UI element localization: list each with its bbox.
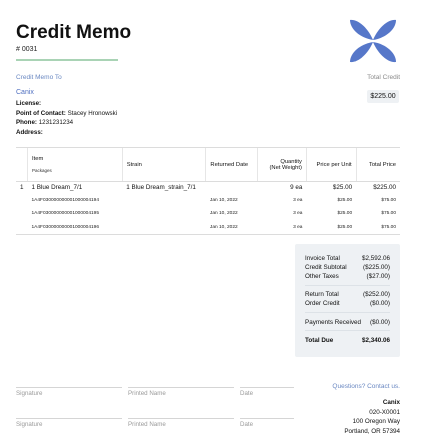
company-id: 020-X0001 [369, 408, 400, 416]
signature-line [16, 387, 122, 388]
quantity-header: Quantity (Net Weight) [257, 147, 307, 182]
company-logo [350, 19, 396, 63]
contact-row: Point of Contact: Stacey Hronowski [16, 109, 118, 117]
printed-name-label: Printed Name [128, 390, 166, 397]
package-row: 1A4F030000000001000004196 Jan 10, 2022 3… [16, 220, 400, 235]
totals-divider [305, 285, 390, 286]
package-row: 1A4F030000000001000004194 Jan 10, 2022 3… [31, 197, 396, 203]
date-line [240, 387, 294, 388]
package-row: 1A4F030000000001000004195 Jan 10, 2022 3… [31, 211, 396, 217]
payments-received-row: Payments Received ($0.00) [305, 319, 390, 326]
page-title: Credit Memo [16, 22, 132, 43]
phone-row: Phone: 1231231234 [16, 119, 74, 127]
printed-name-line [128, 418, 234, 419]
items-table: Item Packages Strain Returned Date Quant… [16, 147, 400, 235]
printed-name-label: Printed Name [128, 421, 166, 428]
credit-memo-to-label: Credit Memo To [16, 74, 62, 81]
company-contact-block: Canix 020-X0001 100 Oregon Way Portland,… [344, 398, 400, 436]
return-total-row: Return Total ($252.00) [305, 291, 390, 298]
company-name: Canix [382, 399, 400, 406]
table-header-row: Item Packages Strain Returned Date Quant… [16, 147, 400, 182]
signature-label: Signature [16, 421, 43, 428]
company-street: 100 Oregon Way [352, 418, 400, 425]
signature-label: Signature [16, 390, 43, 397]
credit-subtotal-row: Credit Subtotal ($225.00) [305, 264, 390, 271]
date-label: Date [240, 421, 254, 428]
memo-number: # 0031 [16, 46, 38, 53]
invoice-total-row: Invoice Total $2,592.06 [305, 255, 390, 262]
returned-date-header: Returned Date [205, 147, 258, 182]
customer-details: License: Point of Contact: Stacey Hronow… [16, 99, 117, 138]
totals-divider [305, 330, 390, 331]
company-city: Portland, OR 57394 [344, 427, 400, 435]
table-row: 1 1 Blue Dream_7/1 1 Blue Dream_strain_7… [20, 184, 396, 192]
other-taxes-row: Other Taxes ($27.00) [305, 273, 390, 280]
index-header [16, 147, 28, 182]
order-credit-row: Order Credit ($0.00) [305, 300, 390, 307]
item-header: Item Packages [27, 147, 123, 182]
total-credit-label: Total Credit [367, 74, 400, 81]
printed-name-line [128, 387, 234, 388]
packages-subheader: Packages [32, 168, 52, 173]
strain-header: Strain [121, 147, 206, 182]
customer-name: Canix [16, 89, 34, 96]
price-per-unit-header: Price per Unit [305, 147, 357, 182]
total-credit-value: $225.00 [367, 90, 399, 103]
date-label: Date [240, 390, 254, 397]
totals-panel: Invoice Total $2,592.06 Credit Subtotal ($… [295, 244, 400, 357]
totals-divider [305, 312, 390, 313]
date-line [240, 418, 294, 419]
title-underline [16, 59, 118, 61]
signature-line [16, 418, 122, 419]
address-row: Address: [16, 129, 43, 137]
total-price-header: Total Price [355, 147, 400, 182]
contact-us-link[interactable]: Questions? Contact us. [332, 383, 400, 390]
license-row: License: [16, 100, 42, 107]
total-due-row: Total Due $2,340.06 [305, 337, 390, 344]
